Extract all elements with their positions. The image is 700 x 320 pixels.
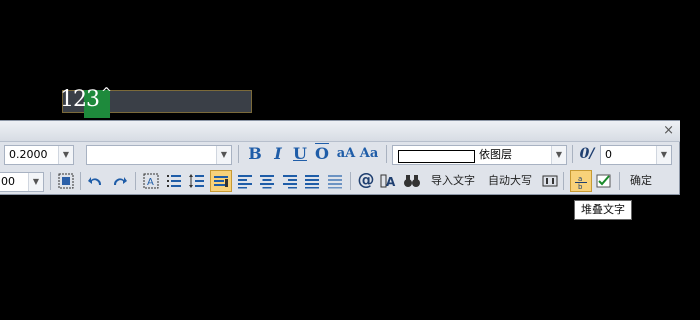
width-factor-value: 00 bbox=[1, 175, 15, 188]
chevron-down-icon[interactable]: ▼ bbox=[216, 146, 231, 164]
close-icon[interactable]: × bbox=[663, 123, 674, 138]
text-height-combo[interactable]: 0.2000 ▼ bbox=[4, 145, 74, 165]
bold-button[interactable]: B bbox=[245, 143, 265, 165]
color-label: 依图层 bbox=[479, 148, 512, 161]
import-text-button[interactable]: 导入文字 bbox=[427, 170, 479, 192]
align-right-icon[interactable] bbox=[280, 170, 300, 192]
svg-text:A: A bbox=[386, 175, 396, 189]
align-left-icon[interactable] bbox=[235, 170, 255, 192]
toolbar-row-1: 0.2000 ▼ ▼ B I U O aA Aa 依图层 ▼ 0/ 0 ▼ bbox=[0, 142, 680, 168]
distribute-icon[interactable] bbox=[325, 170, 345, 192]
oblique-angle-combo[interactable]: 0 ▼ bbox=[600, 145, 672, 165]
separator bbox=[619, 172, 620, 190]
chevron-down-icon[interactable]: ▼ bbox=[656, 146, 671, 164]
chevron-down-icon[interactable]: ▼ bbox=[58, 146, 73, 164]
svg-text:a: a bbox=[578, 175, 582, 183]
italic-button[interactable]: I bbox=[268, 143, 288, 165]
redo-icon[interactable] bbox=[109, 170, 129, 192]
toolbar-row-2: 00 ▼ A @ A 导入文字 自动大写 a b 确定 bbox=[0, 169, 680, 195]
color-swatch bbox=[398, 150, 475, 163]
stack-text-icon[interactable]: ab bbox=[570, 170, 592, 192]
chevron-down-icon[interactable]: ▼ bbox=[28, 173, 43, 191]
check-icon[interactable] bbox=[594, 170, 614, 192]
symbol-at-button[interactable]: @ bbox=[356, 169, 376, 191]
separator bbox=[135, 172, 136, 190]
font-combo[interactable]: ▼ bbox=[86, 145, 232, 165]
multiline-text-icon[interactable]: A bbox=[141, 170, 161, 192]
separator bbox=[80, 172, 81, 190]
bullet-list-icon[interactable] bbox=[164, 170, 184, 192]
justify-left-icon[interactable] bbox=[210, 170, 232, 192]
auto-uppercase-button[interactable]: 自动大写 bbox=[484, 170, 536, 192]
case-toggle-button[interactable]: aA bbox=[336, 143, 356, 165]
column-icon[interactable] bbox=[540, 170, 560, 192]
separator bbox=[50, 172, 51, 190]
width-factor-combo[interactable]: 00 ▼ bbox=[0, 172, 44, 192]
separator bbox=[238, 145, 239, 163]
superscript-button[interactable]: Aa bbox=[359, 143, 379, 165]
mask-icon[interactable] bbox=[56, 170, 76, 192]
confirm-button[interactable]: 确定 bbox=[624, 170, 658, 192]
canvas-text[interactable]: 123 bbox=[60, 86, 100, 114]
separator bbox=[386, 145, 387, 163]
separator bbox=[563, 172, 564, 190]
svg-text:b: b bbox=[578, 183, 583, 190]
field-insert-icon[interactable]: A bbox=[379, 170, 399, 192]
toolbar-titlebar: × bbox=[0, 121, 680, 142]
undo-icon[interactable] bbox=[86, 170, 106, 192]
oblique-angle-value: 0 bbox=[605, 148, 612, 161]
caret-icon: ^ bbox=[101, 86, 112, 101]
text-height-value: 0.2000 bbox=[9, 148, 48, 161]
align-center-icon[interactable] bbox=[257, 170, 277, 192]
chevron-down-icon[interactable]: ▼ bbox=[551, 146, 566, 164]
underline-button[interactable]: U bbox=[290, 143, 310, 165]
line-spacing-icon[interactable] bbox=[187, 170, 207, 192]
tooltip: 堆叠文字 bbox=[574, 200, 632, 220]
find-replace-icon[interactable] bbox=[402, 170, 422, 192]
oblique-angle-icon: 0/ bbox=[579, 146, 595, 162]
overline-button[interactable]: O bbox=[312, 143, 332, 165]
text-formatting-toolbar: × 0.2000 ▼ ▼ B I U O aA Aa 依图层 ▼ 0/ 0 ▼ … bbox=[0, 120, 680, 195]
justify-icon[interactable] bbox=[302, 170, 322, 192]
separator bbox=[350, 172, 351, 190]
svg-text:A: A bbox=[147, 177, 154, 188]
separator bbox=[572, 145, 573, 163]
